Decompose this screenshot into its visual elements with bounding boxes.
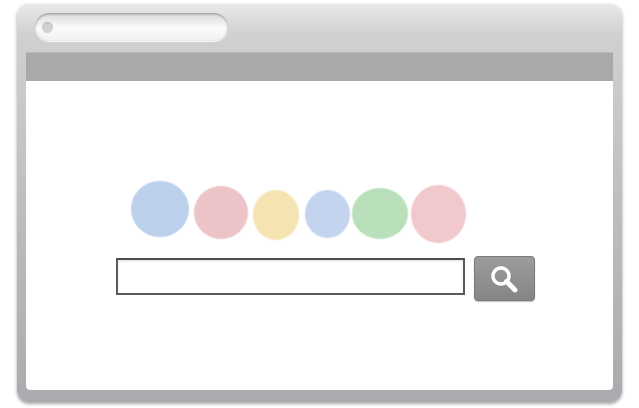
search-icon [491, 266, 518, 293]
logo-dot-blue-2 [305, 190, 350, 238]
logo-dot-green [352, 188, 408, 239]
search-button[interactable] [474, 256, 535, 301]
address-bar[interactable] [35, 13, 228, 41]
logo-dot-pink [411, 185, 466, 243]
logo-dot-blue [131, 181, 189, 237]
page-viewport [26, 81, 613, 390]
browser-toolbar [26, 52, 613, 81]
search-input[interactable] [116, 258, 465, 295]
logo-dot-red [194, 186, 248, 239]
logo-dot-yellow [253, 190, 299, 240]
browser-window [17, 3, 622, 402]
address-bar-indicator-icon [42, 22, 53, 33]
